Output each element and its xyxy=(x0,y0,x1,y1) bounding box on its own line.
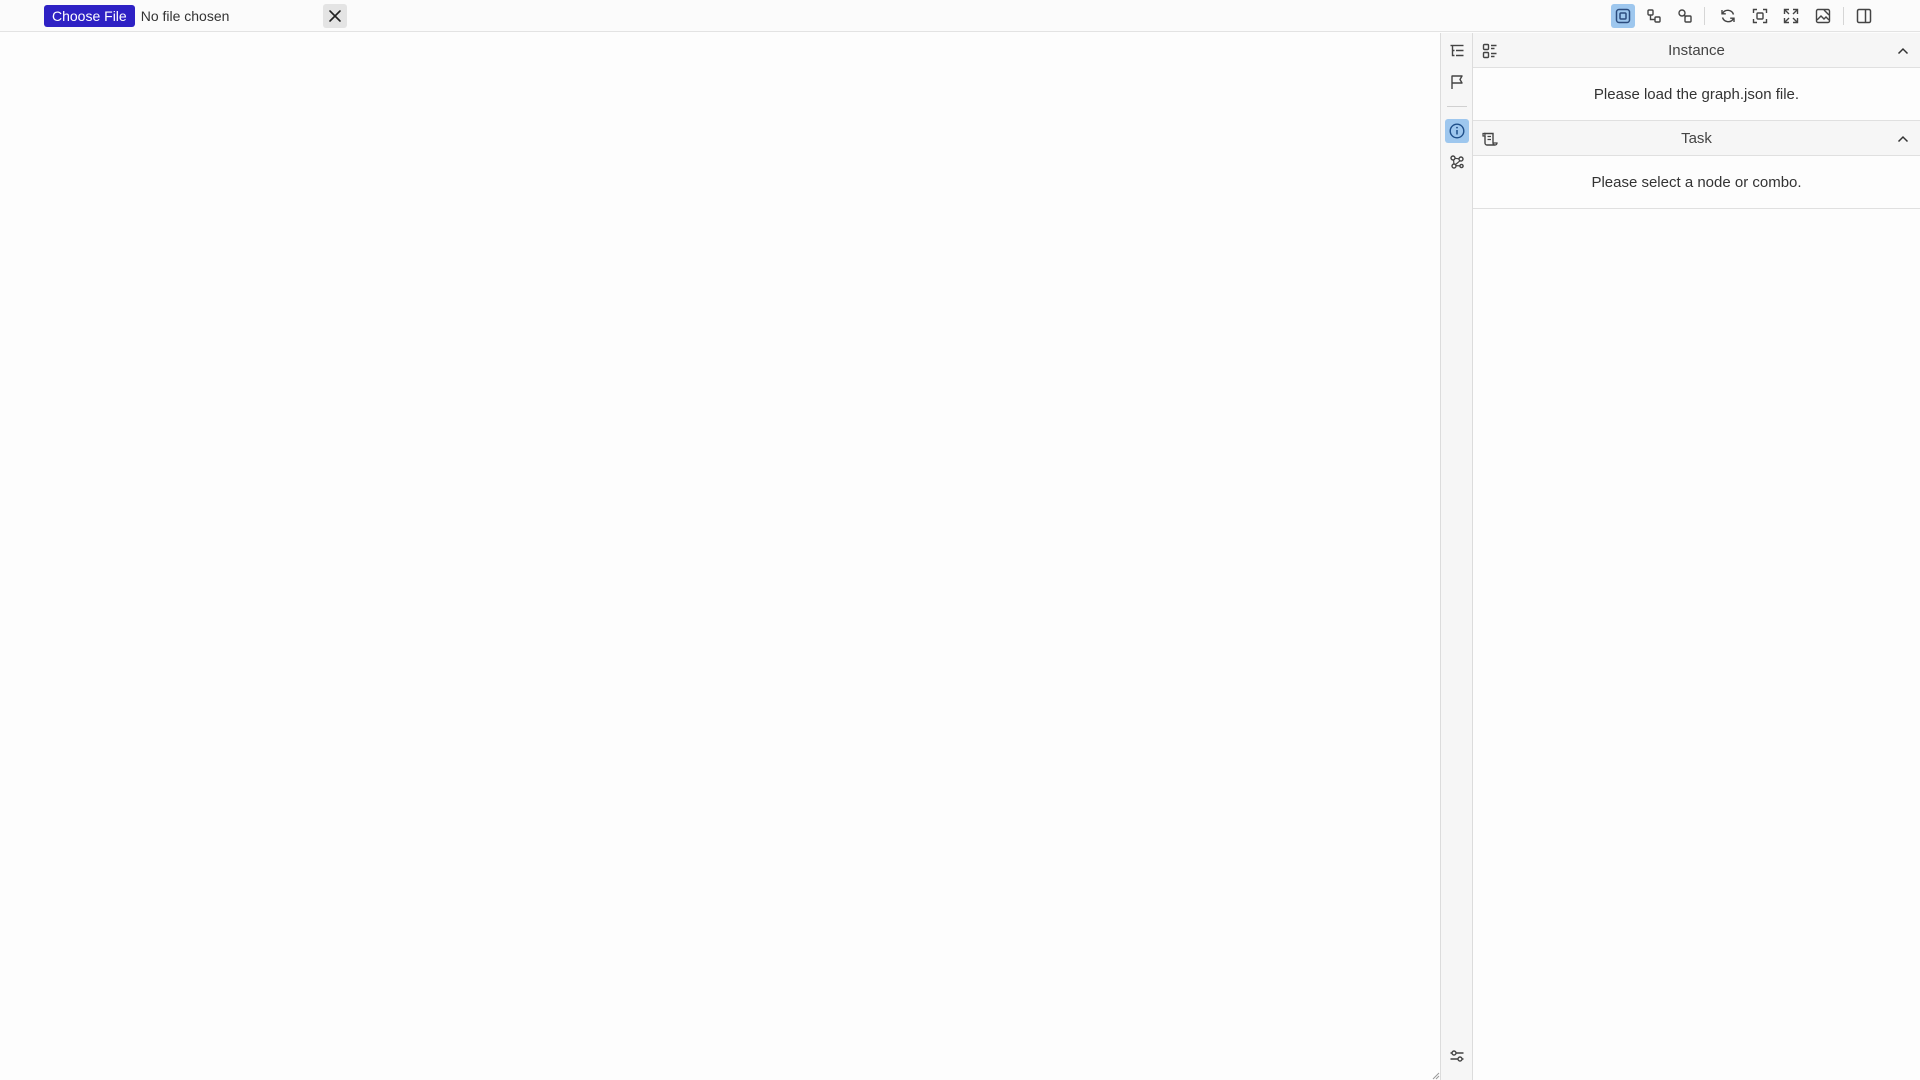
refresh-icon xyxy=(1721,9,1735,23)
toolbar-divider xyxy=(1843,7,1844,25)
info-icon xyxy=(1449,123,1465,139)
graph-canvas[interactable] xyxy=(0,33,1440,1080)
export-image-icon xyxy=(1815,8,1831,24)
instance-message: Please load the graph.json file. xyxy=(1473,68,1920,121)
info-tab-button[interactable] xyxy=(1445,119,1469,143)
instance-collapse-button[interactable] xyxy=(1894,42,1912,60)
task-section-header[interactable]: Task xyxy=(1473,121,1920,156)
settings-sliders-icon xyxy=(1450,1050,1464,1062)
task-collapse-button[interactable] xyxy=(1894,130,1912,148)
combo-icon xyxy=(1678,9,1692,23)
list-details-icon xyxy=(1482,43,1497,59)
combo-button[interactable] xyxy=(1673,4,1697,28)
toggle-panel-icon xyxy=(1856,8,1872,24)
fullscreen-button[interactable] xyxy=(1779,4,1803,28)
resize-grip-icon xyxy=(1432,1072,1440,1080)
file-status-text: No file chosen xyxy=(140,8,230,24)
top-toolbar: Choose File No file chosen xyxy=(0,0,1920,32)
clear-file-button[interactable] xyxy=(323,4,347,28)
flag-icon xyxy=(1451,75,1463,89)
details-panel: Instance Please load the graph.json file… xyxy=(1473,33,1920,1080)
instance-section-title: Instance xyxy=(1668,41,1725,59)
outline-icon xyxy=(1450,44,1464,57)
close-icon xyxy=(329,10,341,22)
settings-button[interactable] xyxy=(1445,1044,1469,1068)
toggle-panel-button[interactable] xyxy=(1852,4,1876,28)
chevron-up-icon xyxy=(1897,47,1909,55)
layout-icon xyxy=(1647,9,1661,23)
node-mode-icon xyxy=(1615,8,1631,24)
toolbar-divider xyxy=(1704,7,1705,25)
fit-view-icon xyxy=(1752,8,1768,24)
task-section-title: Task xyxy=(1681,129,1712,147)
fullscreen-icon xyxy=(1783,8,1799,24)
refresh-button[interactable] xyxy=(1716,4,1740,28)
layout-button[interactable] xyxy=(1642,4,1666,28)
choose-file-button[interactable]: Choose File xyxy=(44,5,135,27)
chevron-up-icon xyxy=(1897,135,1909,143)
file-input[interactable]: Choose File No file chosen xyxy=(44,5,229,27)
fit-view-button[interactable] xyxy=(1748,4,1772,28)
scroll-icon xyxy=(1482,132,1498,146)
node-mode-button[interactable] xyxy=(1611,4,1635,28)
outline-tab-button[interactable] xyxy=(1445,39,1469,63)
flag-tab-button[interactable] xyxy=(1445,70,1469,94)
graph-icon xyxy=(1450,155,1464,169)
canvas-resize-handle[interactable] xyxy=(1430,1070,1440,1080)
export-image-button[interactable] xyxy=(1811,4,1835,28)
side-icon-rail xyxy=(1440,33,1473,1080)
instance-section-header[interactable]: Instance xyxy=(1473,33,1920,68)
task-message: Please select a node or combo. xyxy=(1473,156,1920,209)
rail-divider xyxy=(1447,106,1467,107)
graph-tab-button[interactable] xyxy=(1445,150,1469,174)
